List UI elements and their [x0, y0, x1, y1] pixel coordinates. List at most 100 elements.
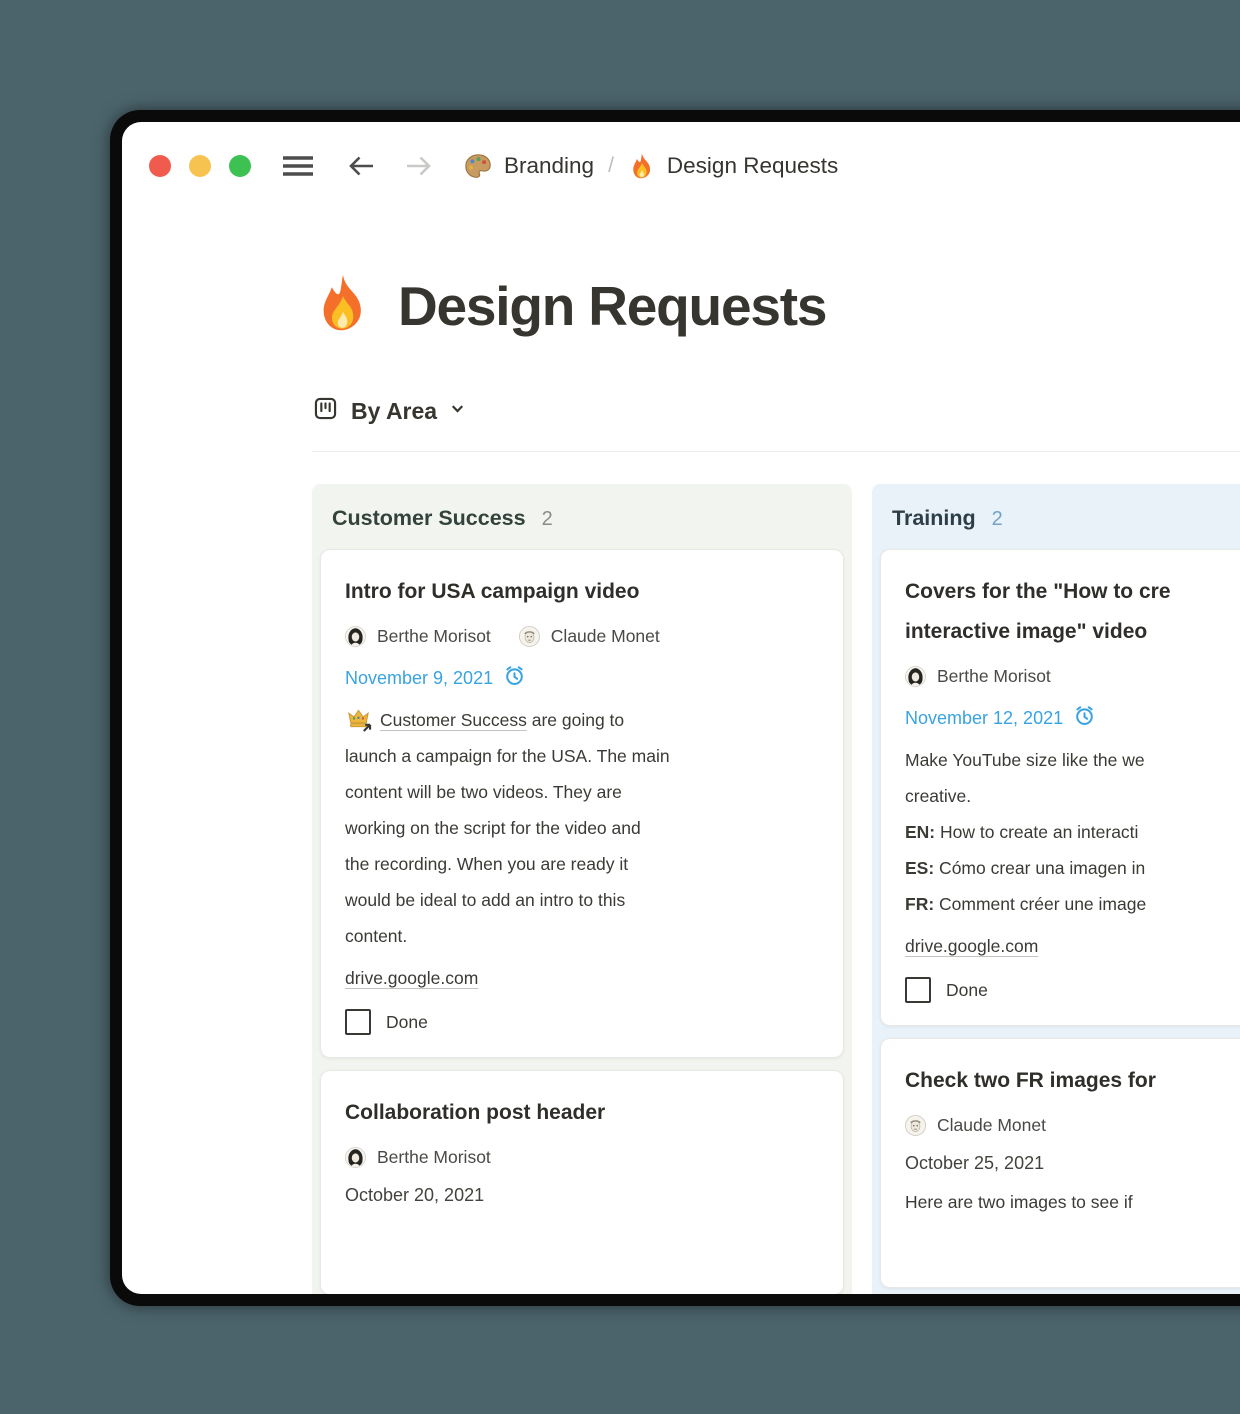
divider — [312, 451, 1240, 452]
body-text: launch a campaign for the USA. The main — [345, 746, 670, 766]
page-mention-link[interactable]: Customer Success — [380, 710, 527, 730]
person: Berthe Morisot — [905, 666, 1051, 687]
due-date: October 20, 2021 — [345, 1185, 819, 1206]
zoom-button[interactable] — [229, 155, 251, 177]
body-text: Here are two images to see if — [905, 1192, 1133, 1212]
view-label: By Area — [351, 397, 438, 424]
body-text: are going to — [526, 710, 625, 730]
titlebar: Branding / Design Requests — [122, 122, 1240, 184]
drive-link[interactable]: drive.google.com — [345, 968, 478, 988]
person-name: Claude Monet — [550, 626, 660, 646]
checkbox-label: Done — [386, 1011, 428, 1032]
reminder-alarm-icon — [1073, 704, 1096, 732]
card-covers-how-to-video[interactable]: Covers for the "How to cre interactive i… — [880, 549, 1240, 1026]
card-title: interactive image" video — [905, 620, 1148, 643]
person: Claude Monet — [518, 626, 660, 647]
checkbox-label: Done — [946, 979, 988, 1000]
reminder-alarm-icon — [503, 664, 526, 692]
body-text: Make YouTube size like the we — [905, 750, 1145, 770]
body-text: content. — [345, 926, 408, 946]
chevron-down-icon — [449, 400, 466, 422]
card-body: Here are two images to see if — [905, 1184, 1240, 1220]
assignees: Berthe Morisot Claude Monet — [345, 626, 819, 647]
breadcrumb-item-branding[interactable]: Branding — [463, 151, 594, 181]
menu-icon[interactable] — [281, 153, 315, 179]
person-name: Claude Monet — [937, 1115, 1046, 1135]
lang-text: Comment créer une image — [934, 894, 1147, 914]
assignees: Berthe Morisot — [345, 1147, 819, 1168]
page-header: Design Requests — [312, 272, 1240, 339]
body-text: the recording. When you are ready it — [345, 854, 629, 874]
card-intro-usa-campaign[interactable]: Intro for USA campaign video Berthe Mori… — [320, 549, 844, 1058]
person-name: Berthe Morisot — [937, 666, 1051, 686]
column-header[interactable]: Customer Success 2 — [312, 484, 852, 549]
column-count: 2 — [991, 508, 1003, 530]
berthe-morisot-avatar — [345, 1147, 366, 1168]
column-name: Training — [892, 506, 976, 530]
window-controls — [149, 155, 251, 177]
app-window-content: Branding / Design Requests Design Reques… — [122, 122, 1240, 1294]
column-training: Training 2 Covers for the "How to cre in… — [872, 484, 1240, 1294]
app-window: Branding / Design Requests Design Reques… — [110, 110, 1240, 1306]
card-title: Covers for the "How to cre — [905, 580, 1171, 603]
lang-label: EN: — [905, 822, 936, 842]
palette-icon — [463, 151, 493, 181]
fire-icon — [312, 272, 374, 339]
body-text: working on the script for the video and — [345, 818, 641, 838]
due-date: November 9, 2021 — [345, 664, 819, 692]
person: Berthe Morisot — [345, 1147, 491, 1168]
board-view-icon — [312, 395, 339, 427]
checkbox[interactable] — [345, 1009, 371, 1035]
close-button[interactable] — [149, 155, 171, 177]
card-body: Make YouTube size like the we creative. … — [905, 742, 1240, 922]
column-customer-success: Customer Success 2 Intro for USA campaig… — [312, 484, 852, 1294]
lang-label: FR: — [905, 894, 935, 914]
board: Customer Success 2 Intro for USA campaig… — [312, 484, 1240, 1294]
back-button[interactable] — [347, 153, 377, 179]
body-text: content will be two videos. They are — [345, 782, 622, 802]
person: Berthe Morisot — [345, 626, 491, 647]
claude-monet-avatar — [905, 1115, 926, 1136]
berthe-morisot-avatar — [345, 626, 366, 647]
card-check-two-fr-images[interactable]: Check two FR images for Claude Monet Oct… — [880, 1038, 1240, 1288]
card-title: Collaboration post header — [345, 1101, 606, 1124]
column-header[interactable]: Training 2 — [872, 484, 1240, 549]
crown-page-mention-icon — [345, 705, 372, 732]
column-count: 2 — [541, 508, 553, 530]
berthe-morisot-avatar — [905, 666, 926, 687]
due-date: October 25, 2021 — [905, 1153, 1240, 1174]
person: Claude Monet — [905, 1115, 1046, 1136]
date-text: November 12, 2021 — [905, 707, 1064, 728]
person-name: Berthe Morisot — [377, 1147, 491, 1167]
card-collaboration-post-header[interactable]: Collaboration post header Berthe Morisot… — [320, 1070, 844, 1294]
assignees: Claude Monet — [905, 1115, 1240, 1136]
breadcrumb-item-design-requests[interactable]: Design Requests — [628, 152, 838, 180]
card-title: Intro for USA campaign video — [345, 580, 640, 603]
card-body: Customer Success are going to launch a c… — [345, 702, 819, 954]
card-title: Check two FR images for — [905, 1069, 1156, 1092]
date-text: November 9, 2021 — [345, 667, 494, 688]
lang-text: How to create an interacti — [935, 822, 1139, 842]
breadcrumb-separator: / — [608, 154, 614, 177]
column-name: Customer Success — [332, 506, 526, 530]
due-date: November 12, 2021 — [905, 704, 1240, 732]
breadcrumb-label: Branding — [504, 153, 595, 178]
lang-text: Cómo crear una imagen in — [934, 858, 1146, 878]
fire-icon — [628, 152, 656, 180]
page-title: Design Requests — [398, 274, 827, 337]
lang-label: ES: — [905, 858, 935, 878]
date-text: October 20, 2021 — [345, 1185, 485, 1205]
breadcrumb-label: Design Requests — [666, 153, 839, 178]
done-checkbox-row: Done — [905, 977, 1240, 1003]
view-selector[interactable]: By Area — [312, 395, 1240, 427]
forward-button[interactable] — [403, 153, 433, 179]
claude-monet-avatar — [518, 626, 540, 647]
desktop: { "colors": { "desktop_background": "#4b… — [0, 0, 1240, 1414]
date-text: October 25, 2021 — [905, 1153, 1045, 1173]
minimize-button[interactable] — [189, 155, 211, 177]
drive-link[interactable]: drive.google.com — [905, 936, 1038, 956]
assignees: Berthe Morisot — [905, 666, 1240, 687]
person-name: Berthe Morisot — [377, 626, 491, 646]
body-text: creative. — [905, 786, 972, 806]
checkbox[interactable] — [905, 977, 931, 1003]
